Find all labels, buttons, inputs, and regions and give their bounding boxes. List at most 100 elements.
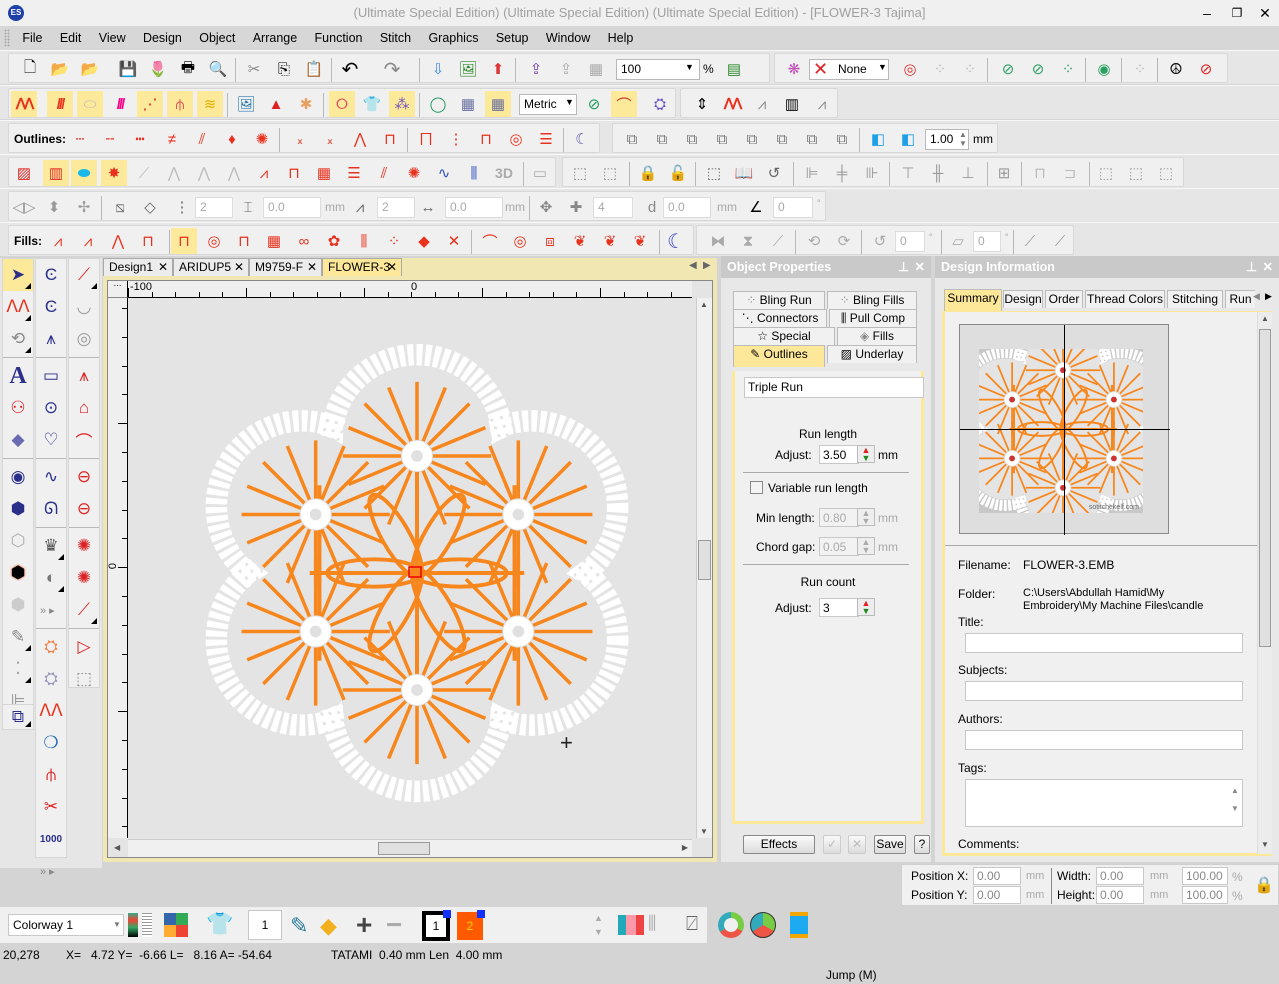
hoop-icon[interactable]: ◎ [897,56,923,82]
cross-outline-icon[interactable]: ⨅ [413,126,439,152]
lock-icon[interactable]: 🔒 [635,160,661,186]
multi-hoop-icon[interactable]: ⁘ [927,56,953,82]
lettering-tool-icon[interactable]: A [3,360,33,392]
colorway-dropdown-icon[interactable]: ▼ [113,920,121,929]
lines-off-icon[interactable]: ▭ [527,160,553,186]
team-names-icon[interactable]: ⚇ [3,392,33,424]
thread-colors-icon[interactable]: ⁂ [389,91,415,117]
array-offset-1[interactable]: 0.0 [263,197,321,218]
branch-fill-icon[interactable]: ⋀ [161,160,187,186]
align-right-icon[interactable]: ⊪ [859,160,885,186]
motif-outline-icon[interactable]: ✺ [249,126,275,152]
grid-icon[interactable]: ▦ [455,91,481,117]
pattern-fill-icon[interactable]: ▦ [311,160,337,186]
bean-stitch-icon[interactable]: ╌ [97,126,123,152]
chain-fill-icon[interactable]: ∞ [291,228,317,254]
color-sort-icon[interactable]: ⫼ [648,913,656,934]
machine-icon[interactable]: ▦ [583,56,609,82]
scale-icon[interactable]: ⟋ [1017,228,1043,254]
paste-icon[interactable]: 📋 [301,56,327,82]
colorway-select[interactable]: Colorway 1 [8,914,124,936]
import-graphic-icon[interactable]: 🖼 [455,56,481,82]
hoop-ring-icon[interactable]: ◉ [1091,56,1117,82]
stitch-type-select[interactable]: Triple Run [744,377,924,398]
texture-fill-icon[interactable]: ❦ [597,228,623,254]
position-x-input[interactable]: 0.00 [973,867,1021,885]
circle-fill-icon[interactable]: ✺ [401,160,427,186]
design-properties-icon[interactable]: ▤ [721,56,747,82]
import-embroidery-icon[interactable]: ⇩ [425,56,451,82]
no-function-icon[interactable]: ⊘ [1193,56,1219,82]
hexagon-gray-icon[interactable]: ⬢ [3,589,33,621]
remove-color-icon[interactable]: − [386,909,402,941]
ruler-grid-icon[interactable]: ▦ [485,91,511,117]
mirror-y-icon[interactable]: ⬍ [41,194,67,220]
close-tab-icon[interactable]: ✕ [158,259,168,276]
column-fill-icon[interactable]: ⫼ [461,160,487,186]
group-icon[interactable]: ⬚ [567,160,593,186]
manual-stitch-icon[interactable]: ⫛ [167,91,193,117]
stitch-select-icon[interactable]: ᐱᐱ [719,91,745,117]
satin-dense-icon[interactable]: ⩘ [75,228,101,254]
stitch-insert-icon[interactable]: ⩘ [809,91,835,117]
run-stitch-icon[interactable]: ┄ [67,126,93,152]
hoop-sequence-icon[interactable]: ⁘ [1127,56,1153,82]
menu-function[interactable]: Function [308,26,370,50]
pattern-run-icon[interactable]: ▷ [69,631,99,663]
write-to-card-icon[interactable]: ⇪ [523,56,549,82]
fill-digitize-icon[interactable]: /// [107,91,133,117]
apply-button[interactable]: ✓ [823,835,841,854]
width-input[interactable]: 0.00 [1096,867,1144,885]
v-stitch-icon[interactable]: ⋀ [347,126,373,152]
color-sequence-icon[interactable] [618,915,644,935]
effects-button[interactable]: Effects [743,835,815,854]
distance-icon[interactable]: d [639,194,665,220]
curve-tool-icon[interactable]: Ͼ [36,259,66,291]
scroll-right-icon[interactable]: ▶ [682,843,688,852]
picture-icon[interactable]: 🖼 [233,91,259,117]
print-icon[interactable]: 🖶 [175,56,201,82]
copy-icon[interactable]: ⎘ [271,56,297,82]
help-button[interactable]: ? [914,835,930,854]
blanket-stitch-icon[interactable]: ⊓ [377,126,403,152]
menu-file[interactable]: File [15,26,49,50]
paint-bucket-icon[interactable]: ◆ [320,913,337,939]
arrow-fill-icon[interactable]: ⋀ [221,160,247,186]
gradient-fill-icon[interactable]: ⫼ [351,228,377,254]
tags-field[interactable] [965,779,1243,827]
close-button[interactable]: ✕ [1254,3,1276,23]
moon-tool-icon[interactable]: ◐ [36,562,66,594]
angle-icon[interactable]: ∠ [743,194,769,220]
wave-fill-icon[interactable]: ∿ [431,160,457,186]
run-length-spinner[interactable]: ▲ ▼ [857,445,875,463]
menu-design[interactable]: Design [136,26,189,50]
authors-field[interactable] [965,730,1243,750]
same-size-icon[interactable]: ⬚ [1153,160,1179,186]
subjects-field[interactable] [965,681,1243,701]
rotate-left-icon[interactable]: ⟲ [801,228,827,254]
tab-scroll-left-icon[interactable]: ◀ [689,260,697,271]
e-stitch-icon[interactable]: ᙮ [287,126,313,152]
info-scroll-down-icon[interactable]: ▼ [1261,840,1269,849]
ring-fill-icon[interactable]: ✿ [321,228,347,254]
sequence-stitch-icon[interactable]: ᐱᐱ [36,695,66,727]
array-count-1[interactable]: 2 [195,197,233,218]
stitch-density-icon[interactable]: ⇕ [689,91,715,117]
close-panel-icon[interactable]: ✕ [1263,256,1273,278]
monogram-icon[interactable]: ◆ [3,424,33,456]
shapes-icon[interactable]: ▲ [263,91,289,117]
menu-object[interactable]: Object [192,26,242,50]
vertical-scroll-thumb[interactable] [698,540,711,580]
send-to-machine-icon[interactable]: ⬆ [485,56,511,82]
star-fill-icon[interactable]: ⋀ [191,160,217,186]
color-number-input[interactable]: 1 [248,910,282,940]
no-color-icon[interactable]: ⍁ [686,913,698,936]
tab-pull-comp[interactable]: ⫼ Pull Comp [829,309,917,327]
shape-combine-icon[interactable]: ⧉ [619,126,645,152]
ungroup-icon[interactable]: ⬚ [597,160,623,186]
tab-special[interactable]: ☆ Special [733,327,835,345]
menu-window[interactable]: Window [539,26,597,50]
path-tool-icon[interactable]: ⟋ [69,594,99,626]
position-y-input[interactable]: 0.00 [973,886,1021,904]
restore-button[interactable]: ❐ [1226,3,1248,23]
